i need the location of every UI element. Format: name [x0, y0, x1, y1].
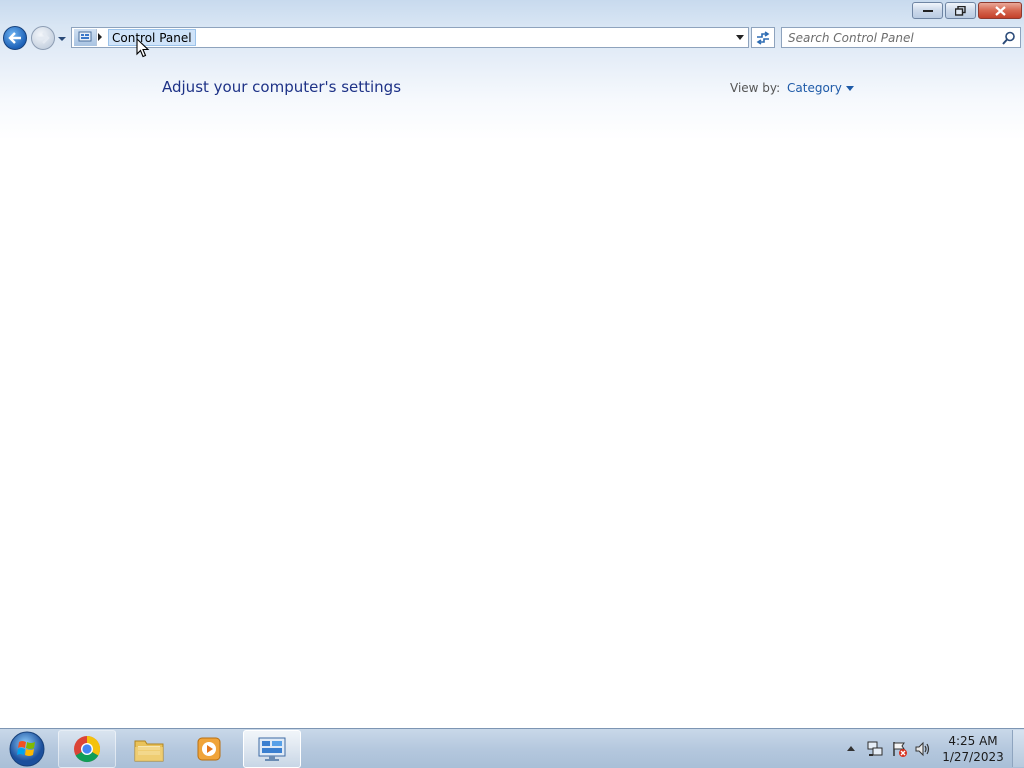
- back-button[interactable]: [3, 26, 27, 50]
- breadcrumb-separator-icon[interactable]: [98, 33, 102, 41]
- minimize-button[interactable]: [912, 2, 943, 19]
- page-title: Adjust your computer's settings: [162, 78, 402, 96]
- restore-button[interactable]: [945, 2, 976, 19]
- view-by-value[interactable]: Category: [787, 81, 842, 95]
- control-panel-icon: [258, 737, 286, 761]
- clock-date[interactable]: 1/27/2023: [940, 749, 1006, 765]
- minimize-icon: [922, 9, 933, 12]
- search-input[interactable]: [788, 29, 998, 46]
- volume-icon[interactable]: [914, 740, 932, 758]
- network-icon[interactable]: [866, 740, 884, 758]
- close-button[interactable]: [978, 2, 1022, 19]
- chevron-down-icon[interactable]: [845, 86, 854, 91]
- control-panel-content: Adjust your computer's settings View by:…: [0, 60, 1024, 728]
- mouse-cursor-icon: [136, 38, 150, 58]
- start-button[interactable]: [6, 730, 48, 768]
- close-icon: [994, 5, 1006, 16]
- refresh-icon: [756, 30, 770, 45]
- taskbar-file-explorer[interactable]: [120, 730, 178, 768]
- address-history-dropdown[interactable]: [736, 35, 744, 40]
- taskbar-media-player[interactable]: [180, 730, 238, 768]
- chevron-down-icon: [58, 37, 66, 41]
- arrow-right-icon: [37, 32, 50, 44]
- media-player-icon: [197, 737, 221, 761]
- taskbar: 4:25 AM 1/27/2023: [0, 728, 1024, 768]
- chrome-icon: [74, 735, 101, 763]
- control-panel-small-icon: [74, 29, 97, 46]
- search-box[interactable]: [781, 27, 1021, 48]
- arrow-left-icon: [8, 32, 21, 44]
- show-desktop-button[interactable]: [1012, 730, 1024, 767]
- refresh-button[interactable]: [751, 27, 775, 48]
- file-explorer-icon: [134, 740, 164, 762]
- breadcrumb-control-panel[interactable]: Control Panel: [108, 29, 196, 46]
- window-controls: [910, 2, 1022, 20]
- action-center-icon[interactable]: [890, 740, 908, 758]
- search-icon[interactable]: [1002, 31, 1016, 45]
- restore-icon: [955, 5, 966, 16]
- address-bar[interactable]: Control Panel: [71, 27, 749, 48]
- recent-pages-dropdown[interactable]: [57, 33, 69, 45]
- taskbar-chrome[interactable]: [58, 730, 116, 768]
- forward-button[interactable]: [31, 26, 55, 50]
- system-clock[interactable]: 4:25 AM 1/27/2023: [940, 733, 1006, 765]
- show-hidden-icons-button[interactable]: [847, 746, 855, 751]
- taskbar-control-panel[interactable]: [243, 730, 301, 768]
- view-by-label: View by:: [730, 81, 781, 95]
- view-by-dropdown[interactable]: Category: [787, 81, 854, 95]
- window-titlebar: Control Panel: [0, 0, 1024, 60]
- start-orb-icon: [9, 731, 45, 767]
- clock-time[interactable]: 4:25 AM: [940, 733, 1006, 749]
